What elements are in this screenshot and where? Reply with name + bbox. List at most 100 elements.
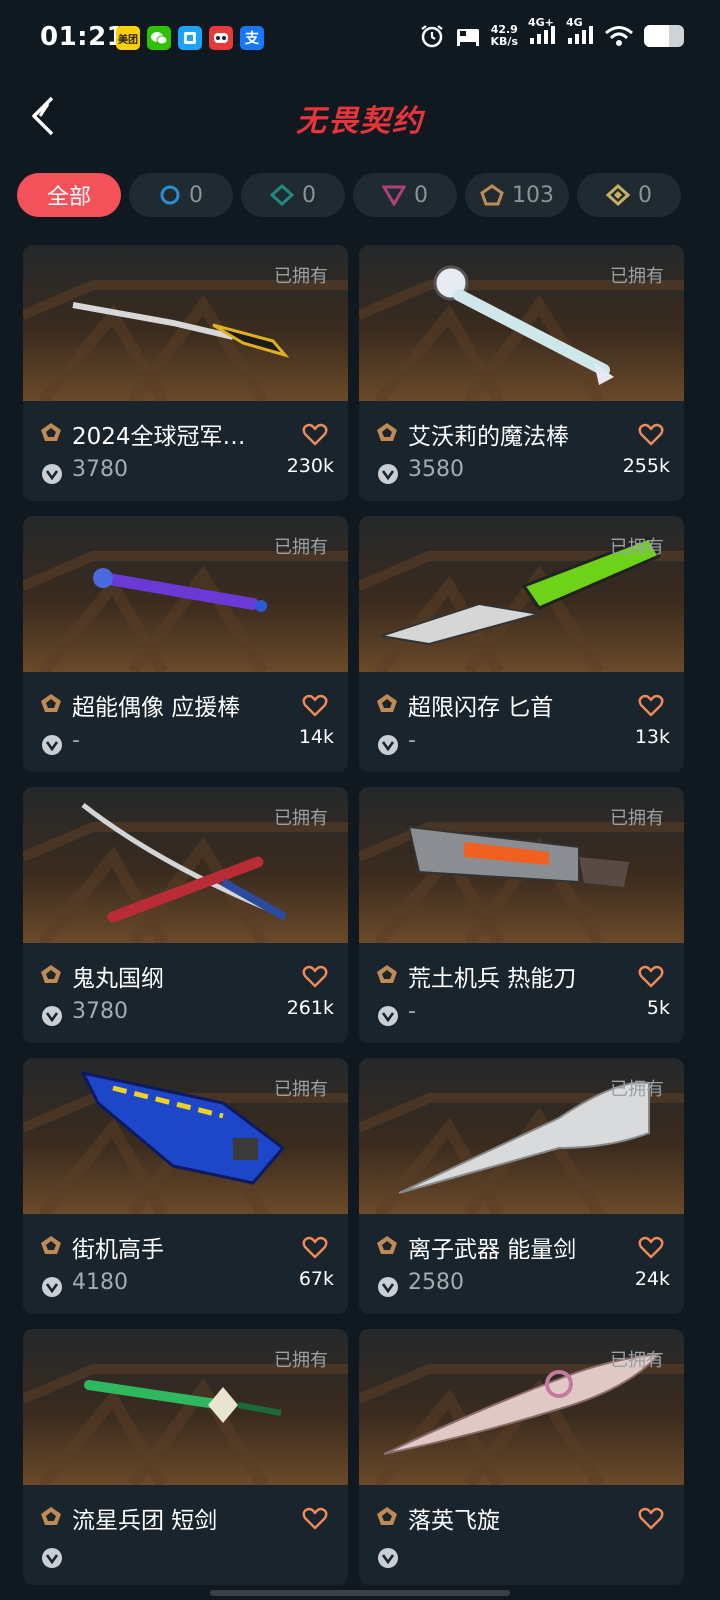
home-indicator[interactable] (210, 1590, 510, 1596)
skin-info: 街机高手 4180 67k (23, 1214, 348, 1314)
tier-exclusive-icon (377, 423, 397, 441)
skin-info: 2024全球冠军… 3780 230k (23, 401, 348, 501)
favorite-heart-icon[interactable] (302, 423, 328, 447)
skin-card[interactable]: 已拥有 流星兵团 短剑 (23, 1329, 348, 1585)
skin-image: 已拥有 (359, 1058, 684, 1214)
alarm-icon (420, 24, 443, 47)
skin-name: 街机高手 (72, 1237, 164, 1263)
skin-card[interactable]: 已拥有 落英飞旋 (359, 1329, 684, 1585)
skin-likes: 24k (634, 1268, 670, 1290)
favorite-heart-icon[interactable] (302, 1507, 328, 1531)
favorite-heart-icon[interactable] (638, 423, 664, 447)
skin-card[interactable]: 已拥有 超能偶像 应援棒 - 14k (23, 516, 348, 772)
skin-price: 4180 (72, 1270, 128, 1295)
skin-price: 3780 (72, 457, 128, 482)
skin-name: 荒土机兵 热能刀 (408, 966, 577, 992)
app-red-icon (209, 26, 233, 50)
tier-exclusive-icon (377, 965, 397, 983)
vp-currency-icon (42, 1006, 62, 1026)
skin-card[interactable]: 已拥有 鬼丸国纲 3780 261k (23, 787, 348, 1043)
skin-card[interactable]: 已拥有 离子武器 能量剑 2580 24k (359, 1058, 684, 1314)
skin-likes: 261k (286, 997, 334, 1019)
skin-name: 艾沃莉的魔法棒 (408, 424, 569, 450)
skin-name: 2024全球冠军… (72, 424, 246, 450)
skin-image: 已拥有 (359, 516, 684, 672)
owned-badge: 已拥有 (610, 808, 664, 829)
status-bar: 01:21 美团 支 42.9 KB/s 4G+ 4G (0, 0, 720, 80)
skin-price: 3580 (408, 457, 464, 482)
skin-name: 超限闪存 匕首 (408, 695, 554, 721)
page-title: 无畏契约 (296, 104, 424, 139)
favorite-heart-icon[interactable] (302, 1236, 328, 1260)
alipay-icon: 支 (240, 26, 264, 50)
skin-info: 艾沃莉的魔法棒 3580 255k (359, 401, 684, 501)
battery-icon (644, 24, 684, 47)
tier-deluxe-icon (270, 184, 294, 206)
filter-premium-chip[interactable]: 0 (353, 173, 457, 217)
skin-price: 2580 (408, 1270, 464, 1295)
meituan-icon: 美团 (116, 26, 140, 50)
owned-badge: 已拥有 (610, 266, 664, 287)
owned-badge: 已拥有 (610, 1350, 664, 1371)
vp-currency-icon (42, 1277, 62, 1297)
skin-image: 已拥有 (23, 516, 348, 672)
status-time: 01:21 (40, 22, 126, 52)
skin-name: 鬼丸国纲 (72, 966, 164, 992)
vp-currency-icon (378, 1548, 398, 1568)
skin-info: 超限闪存 匕首 - 13k (359, 672, 684, 772)
sleep-mode-icon (456, 28, 479, 46)
signal-4g-plus: 4G+ (528, 16, 556, 49)
tier-exclusive-icon (41, 965, 61, 983)
skin-card[interactable]: 已拥有 2024全球冠军… 3780 230k (23, 245, 348, 501)
owned-badge: 已拥有 (274, 808, 328, 829)
tier-exclusive-icon (480, 184, 504, 206)
favorite-heart-icon[interactable] (638, 1507, 664, 1531)
tier-exclusive-icon (377, 694, 397, 712)
app-blue-icon (178, 26, 202, 50)
favorite-heart-icon[interactable] (638, 694, 664, 718)
owned-badge: 已拥有 (274, 537, 328, 558)
favorite-heart-icon[interactable] (638, 1236, 664, 1260)
skin-price: - (408, 999, 416, 1024)
tier-exclusive-icon (41, 1236, 61, 1254)
vp-currency-icon (42, 735, 62, 755)
favorite-heart-icon[interactable] (302, 965, 328, 989)
filter-exclusive-chip[interactable]: 103 (465, 173, 569, 217)
vp-currency-icon (42, 464, 62, 484)
vp-currency-icon (378, 1006, 398, 1026)
vp-currency-icon (378, 464, 398, 484)
skin-card[interactable]: 已拥有 超限闪存 匕首 - 13k (359, 516, 684, 772)
skin-price: - (408, 728, 416, 753)
filter-select-chip[interactable]: 0 (129, 173, 233, 217)
skin-name: 离子武器 能量剑 (408, 1237, 577, 1263)
filter-deluxe-chip[interactable]: 0 (241, 173, 345, 217)
filter-ultra-chip[interactable]: 0 (577, 173, 681, 217)
tier-ultra-icon (606, 184, 630, 206)
skin-card[interactable]: 已拥有 街机高手 4180 67k (23, 1058, 348, 1314)
skin-image: 已拥有 (23, 787, 348, 943)
wechat-icon (147, 26, 171, 50)
owned-badge: 已拥有 (610, 1079, 664, 1100)
favorite-heart-icon[interactable] (302, 694, 328, 718)
vp-currency-icon (378, 1277, 398, 1297)
network-speed: 42.9 KB/s (490, 22, 518, 48)
owned-badge: 已拥有 (274, 1079, 328, 1100)
skin-info: 离子武器 能量剑 2580 24k (359, 1214, 684, 1314)
status-indicators: 42.9 KB/s 4G+ 4G (419, 16, 684, 49)
skin-card[interactable]: 已拥有 荒土机兵 热能刀 - 5k (359, 787, 684, 1043)
owned-badge: 已拥有 (274, 266, 328, 287)
tier-exclusive-icon (41, 423, 61, 441)
skin-price: 3780 (72, 999, 128, 1024)
favorite-heart-icon[interactable] (638, 965, 664, 989)
skin-name: 落英飞旋 (408, 1508, 500, 1534)
skin-info: 超能偶像 应援棒 - 14k (23, 672, 348, 772)
skin-image: 已拥有 (359, 787, 684, 943)
skin-info: 鬼丸国纲 3780 261k (23, 943, 348, 1043)
skin-card[interactable]: 已拥有 艾沃莉的魔法棒 3580 255k (359, 245, 684, 501)
tier-exclusive-icon (377, 1236, 397, 1254)
skin-image: 已拥有 (23, 245, 348, 401)
skin-name: 超能偶像 应援棒 (72, 695, 241, 721)
wifi-icon (605, 25, 633, 46)
tier-filter-bar: 全部 0 0 0 103 0 (17, 173, 681, 217)
filter-all-chip[interactable]: 全部 (17, 173, 121, 217)
